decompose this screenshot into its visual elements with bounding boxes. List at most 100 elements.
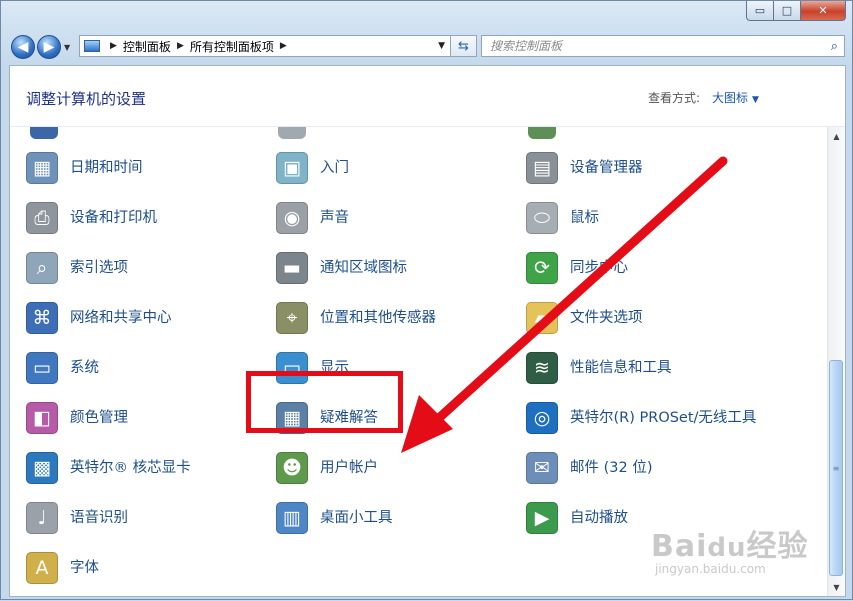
partial-item-icon[interactable]	[278, 127, 306, 139]
control-panel-item[interactable]: ⟳ 同步中心	[526, 246, 628, 290]
control-panel-item-label: 网络和共享中心	[70, 310, 172, 326]
mouse-icon: ⬭	[526, 202, 558, 234]
control-panel-item-label: 字体	[70, 560, 99, 576]
address-dropdown-icon[interactable]: ▼	[438, 41, 445, 51]
control-panel-item[interactable]: ▣ 入门	[276, 146, 349, 190]
control-panel-item[interactable]: ▤ 设备管理器	[526, 146, 643, 190]
control-panel-item[interactable]: ☻ 用户帐户	[276, 446, 378, 490]
control-panel-item-label: 设备管理器	[570, 160, 643, 176]
control-panel-item[interactable]: ▥ 桌面小工具	[276, 496, 393, 540]
forward-button[interactable]: ▶	[37, 35, 61, 59]
control-panel-item[interactable]: ◎ 英特尔(R) PROSet/无线工具	[526, 396, 766, 440]
control-panel-item-label: 英特尔(R) PROSet/无线工具	[570, 410, 757, 426]
control-panel-item[interactable]: ⎙ 设备和打印机	[26, 196, 157, 240]
search-input[interactable]	[488, 38, 831, 54]
partial-item-icon[interactable]	[528, 127, 556, 139]
control-panel-item[interactable]: ♩ 语音识别	[26, 496, 128, 540]
control-panel-item[interactable]: ▶ 自动播放	[526, 496, 628, 540]
highlight-box	[246, 371, 403, 433]
back-button[interactable]: ◀	[11, 35, 35, 59]
folder-options-icon: ▰	[526, 302, 558, 334]
mail-icon: ✉	[526, 452, 558, 484]
view-by-value: 大图标	[712, 91, 749, 105]
control-panel-item[interactable]: ≋ 性能信息和工具	[526, 346, 672, 390]
control-panel-item[interactable]: ◧ 颜色管理	[26, 396, 128, 440]
chevron-right-icon[interactable]: ▶	[280, 41, 287, 51]
close-button[interactable]: ✕	[801, 1, 846, 21]
chevron-right-icon[interactable]: ▶	[177, 41, 184, 51]
minimize-button[interactable]: ▭	[746, 1, 774, 21]
device-manager-icon: ▤	[526, 152, 558, 184]
control-panel-item[interactable]: ▬ 通知区域图标	[276, 246, 407, 290]
address-bar[interactable]: ▶ 控制面板 ▶ 所有控制面板项 ▶ ▼	[79, 35, 451, 57]
getting-started-icon: ▣	[276, 152, 308, 184]
scroll-down-button[interactable]: ▼	[829, 579, 844, 595]
speaker-icon: ◉	[276, 202, 308, 234]
index-magnifier-icon: ⌕	[26, 252, 58, 284]
intel-graphics-icon: ▩	[26, 452, 58, 484]
control-panel-item-label: 桌面小工具	[320, 510, 393, 526]
control-panel-item-label: 英特尔® 核芯显卡	[70, 460, 191, 476]
content-header: 调整计算机的设置 查看方式: 大图标 ▼	[10, 66, 845, 127]
wireless-icon: ◎	[526, 402, 558, 434]
control-panel-item-label: 系统	[70, 360, 99, 376]
refresh-button[interactable]: ⇆	[451, 35, 477, 57]
notification-area-icon: ▬	[276, 252, 308, 284]
control-panel-item-label: 鼠标	[570, 210, 599, 226]
control-panel-item[interactable]: ▰ 文件夹选项	[526, 296, 643, 340]
search-icon[interactable]: ⌕	[831, 39, 838, 54]
grip-icon: ≡	[832, 463, 840, 473]
control-panel-item-label: 同步中心	[570, 260, 628, 276]
refresh-icon: ⇆	[458, 38, 469, 54]
control-panel-item[interactable]: ⌘ 网络和共享中心	[26, 296, 172, 340]
control-panel-item[interactable]: ✉ 邮件 (32 位)	[526, 446, 652, 490]
control-panel-item-label: 通知区域图标	[320, 260, 407, 276]
control-panel-item[interactable]: ⬭ 鼠标	[526, 196, 599, 240]
scroll-up-button[interactable]: ▲	[829, 128, 844, 144]
control-panel-item[interactable]: ▦ 日期和时间	[26, 146, 143, 190]
content-pane: 调整计算机的设置 查看方式: 大图标 ▼ ▦ 日期和时间 ▣ 入门 ▤ 设备管理器 ⎙ 设备和打…	[9, 65, 846, 597]
control-panel-item-label: 位置和其他传感器	[320, 310, 436, 326]
sync-center-icon: ⟳	[526, 252, 558, 284]
control-panel-item-label: 声音	[320, 210, 349, 226]
watermark-logo: Baidu经验	[651, 529, 809, 564]
partial-item-icon[interactable]	[30, 127, 58, 139]
chevron-right-icon[interactable]: ▶	[110, 41, 117, 51]
gadgets-icon: ▥	[276, 502, 308, 534]
autoplay-icon: ▶	[526, 502, 558, 534]
control-panel-item-label: 入门	[320, 160, 349, 176]
control-panel-item-label: 用户帐户	[320, 460, 378, 476]
window-caption-buttons: ▭ □ ✕	[746, 1, 846, 21]
calendar-clock-icon: ▦	[26, 152, 58, 184]
recent-pages-dropdown-icon[interactable]: ▼	[64, 43, 70, 52]
system-computer-icon: ▭	[26, 352, 58, 384]
control-panel-item[interactable]: ⌖ 位置和其他传感器	[276, 296, 436, 340]
breadcrumb-control-panel[interactable]: 控制面板	[123, 38, 171, 55]
control-panel-item[interactable]: ◉ 声音	[276, 196, 349, 240]
scrollbar-thumb[interactable]: ≡	[829, 360, 843, 576]
user-accounts-icon: ☻	[276, 452, 308, 484]
search-box[interactable]: ⌕	[481, 35, 845, 57]
maximize-button[interactable]: □	[774, 1, 801, 21]
control-panel-item-label: 索引选项	[70, 260, 128, 276]
control-panel-item[interactable]: ▩ 英特尔® 核芯显卡	[26, 446, 191, 490]
control-panel-window: ▭ □ ✕ ◀ ▶ ▼ ▶ 控制面板 ▶ 所有控制面板项 ▶ ▼ ⇆ ⌕ 调整计…	[0, 0, 853, 600]
navigation-bar: ◀ ▶ ▼ ▶ 控制面板 ▶ 所有控制面板项 ▶ ▼ ⇆ ⌕	[9, 33, 845, 61]
control-panel-item[interactable]: A 字体	[26, 546, 99, 590]
control-panel-item-label: 日期和时间	[70, 160, 143, 176]
location-sensor-icon: ⌖	[276, 302, 308, 334]
vertical-scrollbar[interactable]: ▲ ≡ ▼	[827, 127, 845, 596]
control-panel-item[interactable]: ⌕ 索引选项	[26, 246, 128, 290]
caret-down-icon: ▼	[752, 95, 759, 105]
breadcrumb-all-items[interactable]: 所有控制面板项	[190, 38, 274, 55]
control-panel-item-label: 文件夹选项	[570, 310, 643, 326]
microphone-icon: ♩	[26, 502, 58, 534]
color-management-icon: ◧	[26, 402, 58, 434]
control-panel-item[interactable]: ▭ 系统	[26, 346, 99, 390]
control-panel-item-label: 设备和打印机	[70, 210, 157, 226]
performance-icon: ≋	[526, 352, 558, 384]
printer-icon: ⎙	[26, 202, 58, 234]
control-panel-item-label: 邮件 (32 位)	[570, 460, 653, 476]
view-by-label: 查看方式:	[648, 91, 701, 105]
view-by-dropdown[interactable]: 大图标 ▼	[712, 89, 759, 106]
